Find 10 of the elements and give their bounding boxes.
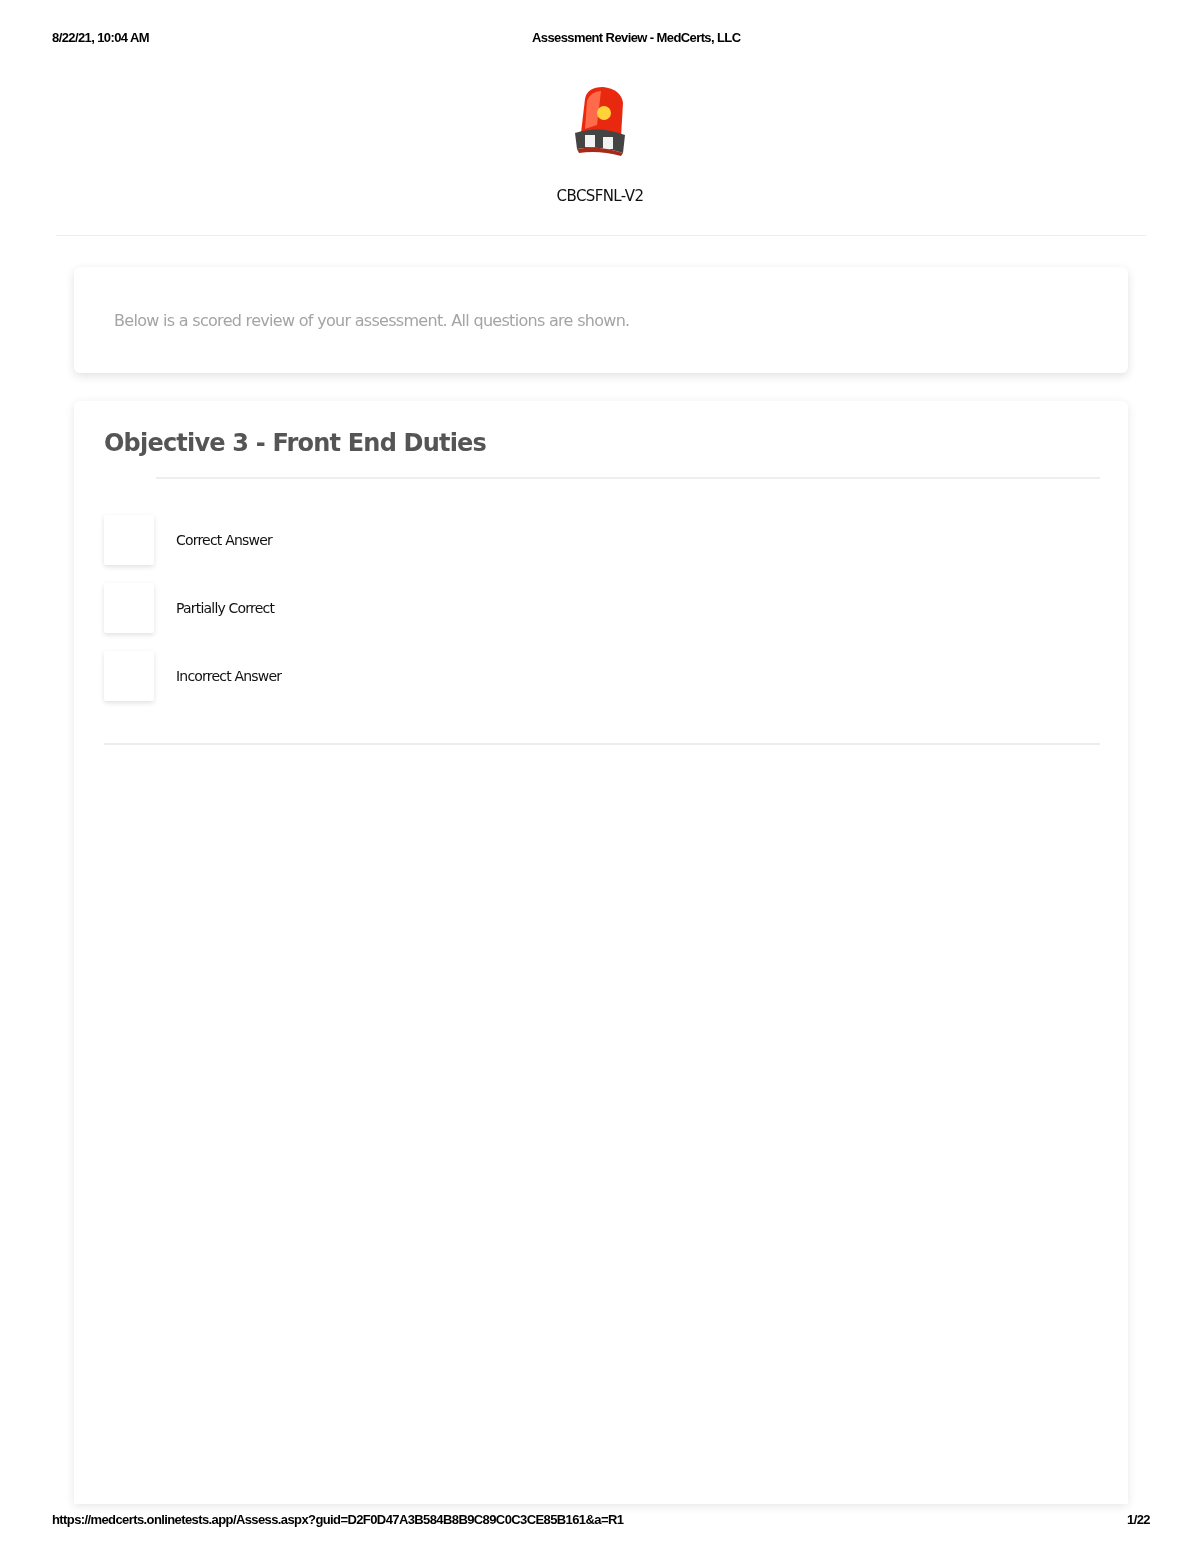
intro-text: Below is a scored review of your assessment. All questions are shown. bbox=[114, 310, 630, 330]
page-title: Assessment Review - MedCerts, LLC bbox=[532, 30, 741, 45]
print-date: 8/22/21, 10:04 AM bbox=[52, 30, 149, 45]
page-url: https://medcerts.onlinetests.app/Assess.aspx?guid=D2F0D47A3B584B8B9C89C0C3CE85B161&a=R1 bbox=[52, 1512, 624, 1527]
assessment-code: CBCSFNL-V2 bbox=[556, 187, 644, 205]
legend-label: Correct Answer bbox=[176, 532, 272, 548]
section-title: Objective 3 - Front End Duties bbox=[104, 429, 488, 457]
page-number: 1/22 bbox=[1127, 1512, 1150, 1527]
legend-label: Incorrect Answer bbox=[176, 668, 282, 684]
legend-label: Partially Correct bbox=[176, 600, 275, 616]
